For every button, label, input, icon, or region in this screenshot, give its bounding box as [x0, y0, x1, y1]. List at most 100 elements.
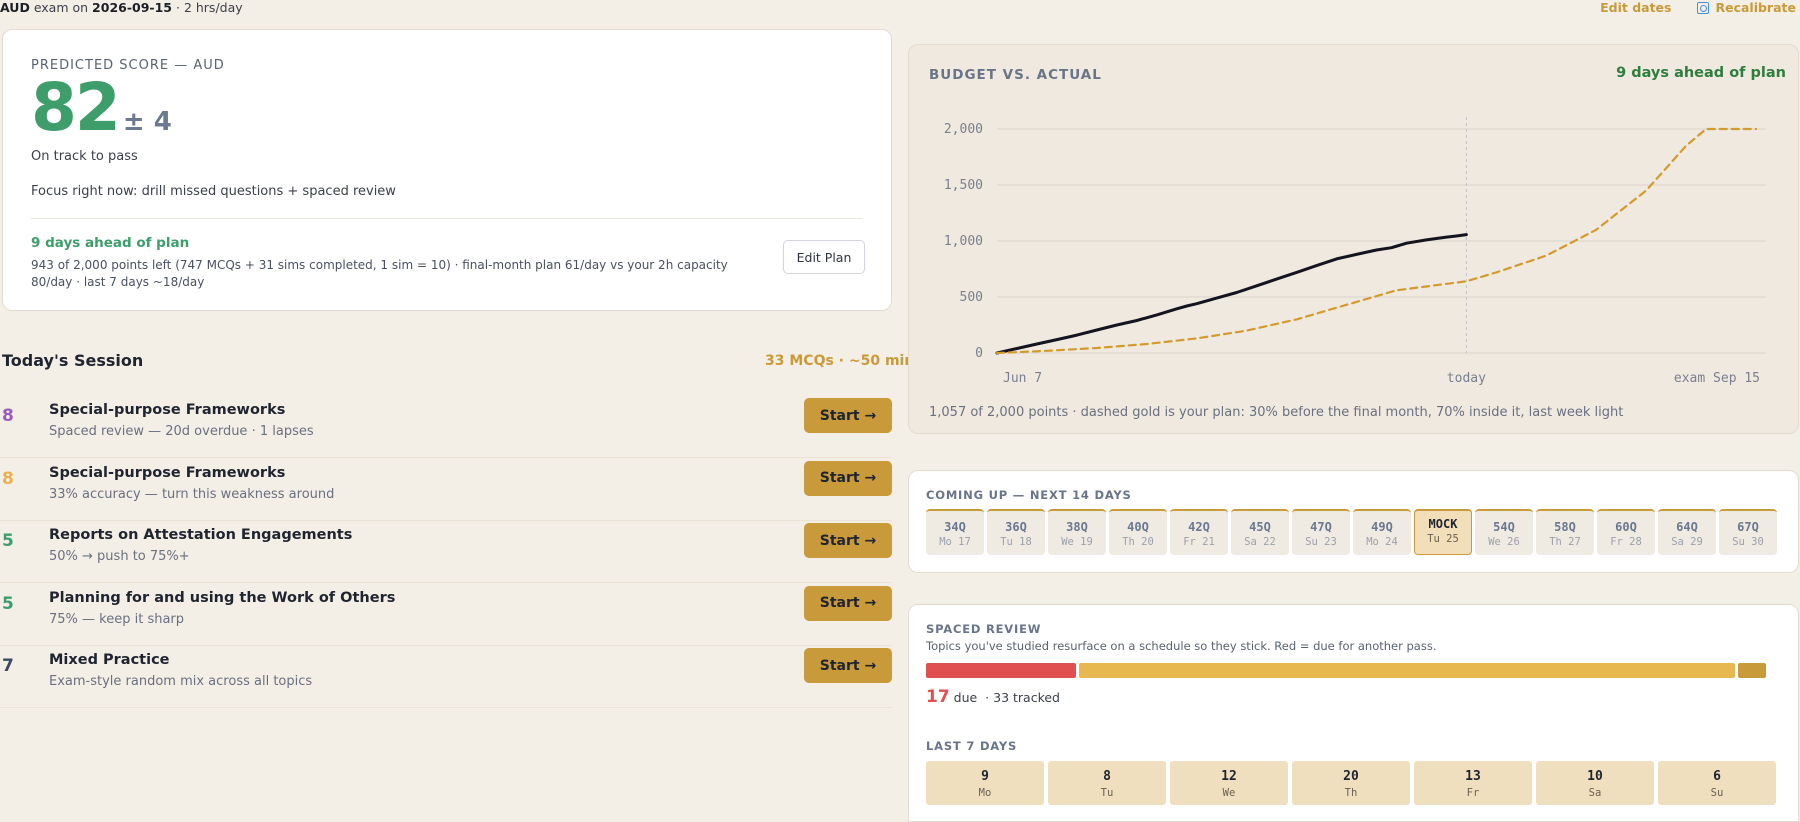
day-date: Su 30	[1732, 536, 1764, 548]
day-tile: 6 Su	[1658, 761, 1776, 805]
upcoming-day: 60Q Fr 28	[1597, 509, 1655, 555]
session-row: 7 Mixed Practice Exam-style random mix acr…	[0, 646, 892, 708]
question-count: 8	[2, 468, 14, 489]
budget-chart: 0 500 1,000 1,500 2,000 Jun 7 today exam Sep 15	[944, 117, 1766, 386]
divider	[31, 218, 863, 219]
day-questions: MOCK	[1428, 517, 1458, 531]
last-7-days-title: LAST 7 DAYS	[926, 739, 1018, 753]
start-button[interactable]: Start →	[804, 523, 892, 558]
question-count: 8	[2, 406, 14, 426]
day-count: 20	[1343, 769, 1359, 784]
predicted-score-label: PREDICTED SCORE — AUD	[31, 58, 225, 73]
focus-text: Focus right now: drill missed questions …	[31, 184, 396, 199]
mock-exam-day: MOCK Tu 25	[1414, 509, 1472, 555]
day-label: Sa	[1588, 787, 1602, 799]
day-questions: 49Q	[1371, 520, 1393, 534]
upcoming-day: 54Q We 26	[1475, 509, 1533, 555]
upcoming-day: 45Q Sa 22	[1231, 509, 1289, 555]
topic-title: Special-purpose Frameworks	[49, 464, 286, 481]
coming-days: 34Q Mo 17 36Q Tu 18 38Q We 19 40Q Th 20 42Q Fr 21…	[926, 509, 1777, 555]
predicted-score-card: PREDICTED SCORE — AUD 82 ± 4 On track to…	[2, 29, 892, 311]
edit-dates-link[interactable]: Edit dates	[1600, 0, 1671, 15]
day-questions: 38Q	[1066, 520, 1088, 534]
day-tile: 8 Tu	[1048, 761, 1166, 805]
day-label: Mo	[978, 787, 992, 799]
score-value: 82	[31, 69, 121, 146]
day-questions: 64Q	[1676, 520, 1698, 534]
spaced-review-count: 17 due · 33 tracked	[926, 687, 1060, 707]
spaced-review-title: SPACED REVIEW	[926, 622, 1042, 636]
exam-date: 2026-09-15	[92, 0, 173, 15]
topic-subtitle: 50% → push to 75%+	[49, 549, 190, 564]
question-count: 5	[2, 531, 14, 551]
start-button[interactable]: Start →	[804, 585, 892, 621]
upcoming-day: 40Q Th 20	[1109, 509, 1167, 555]
y-tick-label: 1,500	[944, 178, 983, 193]
spaced-review-subtitle: Topics you've studied resurface on a sch…	[926, 639, 1437, 653]
recalibrate-button[interactable]: Recalibrate	[1697, 0, 1796, 15]
actual-series-line	[995, 233, 1468, 355]
day-label: We	[1222, 787, 1236, 799]
upcoming-day: 64Q Sa 29	[1658, 509, 1716, 555]
topic-subtitle: Spaced review — 20d overdue · 1 lapses	[49, 424, 314, 439]
day-questions: 47Q	[1310, 520, 1332, 534]
session-row: 5 Reports on Attestation Engagements 50% →…	[0, 521, 892, 583]
recalibrate-icon	[1697, 1, 1710, 14]
due-count: 17	[926, 687, 950, 707]
predicted-score: 82 ± 4	[31, 75, 863, 141]
topic-subtitle: Exam-style random mix across all topics	[49, 674, 313, 689]
upcoming-day: 42Q Fr 21	[1170, 509, 1228, 555]
edit-plan-button[interactable]: Edit Plan	[783, 240, 865, 274]
exam-name: AUD	[0, 0, 30, 15]
recalibrate-label: Recalibrate	[1715, 0, 1796, 15]
day-questions: 36Q	[1005, 520, 1027, 534]
start-button[interactable]: Start →	[804, 460, 892, 496]
start-button[interactable]: Start →	[804, 398, 892, 433]
day-tile: 9 Mo	[926, 761, 1044, 805]
header-actions: Edit dates Recalibrate	[1600, 0, 1796, 15]
day-questions: 67Q	[1737, 520, 1759, 534]
day-date: Su 23	[1305, 536, 1337, 548]
review-segment	[1738, 663, 1766, 678]
day-date: Fr 28	[1610, 536, 1642, 548]
day-questions: 54Q	[1493, 520, 1515, 534]
upcoming-day: 34Q Mo 17	[926, 509, 984, 555]
day-tile: 10 Sa	[1536, 761, 1654, 805]
day-count: 8	[1103, 769, 1111, 784]
day-questions: 34Q	[944, 520, 966, 534]
day-label: Th	[1344, 787, 1358, 799]
budget-card: BUDGET VS. ACTUAL 9 days ahead of plan 0…	[908, 44, 1799, 434]
day-date: We 19	[1061, 536, 1093, 548]
coming-up-title: COMING UP — NEXT 14 DAYS	[926, 488, 1132, 502]
spaced-review-bar	[926, 663, 1766, 678]
upcoming-day: 38Q We 19	[1048, 509, 1106, 555]
topic-subtitle: 33% accuracy — turn this weakness around	[49, 486, 335, 502]
day-date: Tu 25	[1427, 533, 1459, 545]
upcoming-day: 49Q Mo 24	[1353, 509, 1411, 555]
topic-title: Special-purpose Frameworks	[49, 402, 286, 418]
day-date: Th 20	[1122, 536, 1154, 548]
session-meta: 33 MCQs · ~50 min	[765, 353, 915, 369]
day-questions: 58Q	[1554, 520, 1576, 534]
day-date: Th 27	[1549, 536, 1581, 548]
y-tick-label: 500	[960, 290, 983, 305]
day-count: 13	[1465, 769, 1481, 784]
spaced-review-card: SPACED REVIEW Topics you've studied resu…	[908, 604, 1799, 822]
day-count: 9	[981, 769, 989, 784]
day-date: Mo 17	[939, 536, 971, 548]
progress-detail: 943 of 2,000 points left (747 MCQs + 31 …	[31, 258, 728, 289]
x-tick-label: exam Sep 15	[1674, 371, 1760, 386]
day-tile: 13 Fr	[1414, 761, 1532, 805]
exam-info: AUD exam on 2026-09-15 · 2 hrs/day	[0, 0, 243, 15]
day-questions: 40Q	[1127, 520, 1149, 534]
day-date: Tu 18	[1000, 536, 1032, 548]
day-date: Mo 24	[1366, 536, 1398, 548]
y-tick-label: 1,000	[944, 234, 983, 249]
upcoming-day: 58Q Th 27	[1536, 509, 1594, 555]
session-title: Today's Session	[2, 351, 144, 370]
exam-text: exam on	[33, 0, 89, 15]
x-tick-label: Jun 7	[1003, 371, 1042, 386]
day-questions: 45Q	[1249, 520, 1271, 534]
start-button[interactable]: Start →	[804, 648, 892, 683]
y-tick-label: 0	[975, 346, 983, 361]
